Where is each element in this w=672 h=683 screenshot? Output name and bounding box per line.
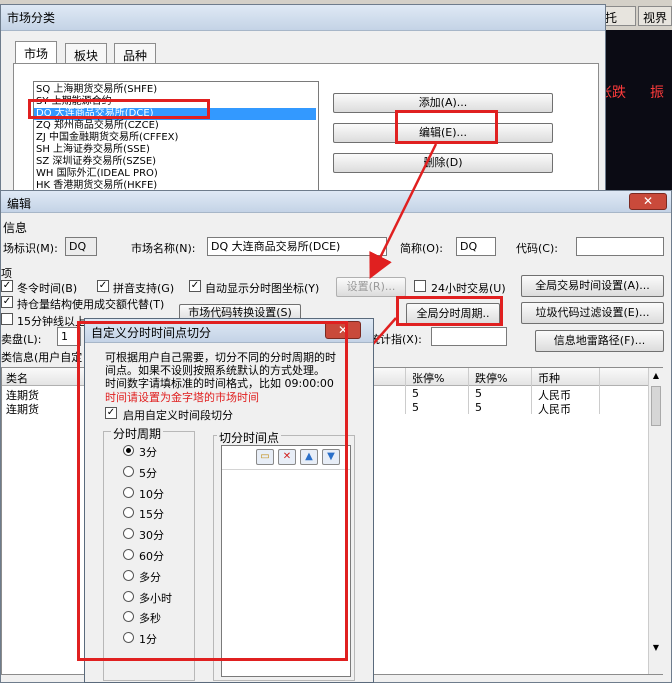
period-dialog: 自定义分时时间点切分 ✕ 可根据用户自己需要，切分不同的分时周期的时 间点。如果… [84,318,374,683]
split-group-label: 切分时间点 [217,429,282,446]
period-radio[interactable] [123,569,134,581]
period-radio-label: 多秒 [139,612,161,626]
enable-custom-checkbox[interactable]: ✓ [105,407,117,419]
period-radio[interactable] [123,549,134,560]
period-radio-label: 15分 [139,508,164,522]
period-radio[interactable] [123,486,134,498]
period-close-icon[interactable]: ✕ [325,321,361,339]
period-radio-label: 多小时 [139,591,172,605]
period-radio[interactable] [123,445,134,456]
period-radio-label: 30分 [139,529,164,543]
down-arrow-icon[interactable]: ▼ [322,449,340,465]
warning-text: 时间请设置为金字塔的市场时间 [105,391,259,404]
period-radio-label: 3分 [139,446,157,459]
delete-icon[interactable]: ✕ [278,449,296,465]
split-toolbar: ▭ ✕ ▲ ▼ [222,446,350,470]
up-arrow-icon[interactable]: ▲ [300,449,318,465]
period-radio-label: 多分 [139,570,161,584]
period-group-label: 分时周期 [111,425,164,442]
period-radio-label: 5分 [139,466,157,480]
period-radio[interactable] [123,590,134,602]
split-time-list[interactable]: ▭ ✕ ▲ ▼ [221,445,351,677]
period-radio-label: 60分 [139,550,164,563]
period-radio-label: 10分 [139,487,164,501]
period-radio[interactable] [123,465,134,477]
arrow-to-settings [369,143,438,279]
enable-custom-label: 启用自定义时间段切分 [123,409,233,422]
period-radio-label: 1分 [139,633,157,647]
folder-icon[interactable]: ▭ [256,449,274,465]
